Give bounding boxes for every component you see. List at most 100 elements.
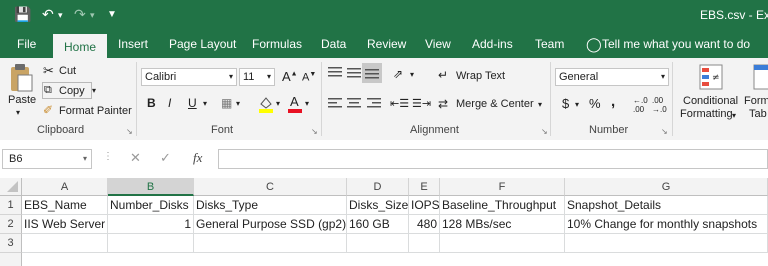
merge-center-button[interactable]: Merge & Center xyxy=(456,98,534,110)
borders-dropdown-icon[interactable]: ▾ xyxy=(236,99,240,108)
save-icon[interactable]: 💾 xyxy=(14,6,31,23)
cell-d3[interactable] xyxy=(347,234,409,253)
tab-team[interactable]: Team xyxy=(535,30,564,58)
fill-color-dropdown-icon[interactable]: ▾ xyxy=(276,99,280,108)
align-right-icon[interactable] xyxy=(366,97,382,114)
cell-g1[interactable]: Snapshot_Details xyxy=(565,196,768,215)
decrease-decimal-icon[interactable]: .00 →.0 xyxy=(652,96,667,114)
tab-review[interactable]: Review xyxy=(367,30,406,58)
conditional-formatting-icon[interactable]: ≠ xyxy=(698,63,724,91)
font-color-icon[interactable]: A xyxy=(287,94,303,114)
underline-dropdown-icon[interactable]: ▾ xyxy=(203,99,207,108)
font-name-dropdown[interactable]: Calibri ▾ xyxy=(141,68,237,86)
cell-d1[interactable]: Disks_Size xyxy=(347,196,409,215)
undo-icon[interactable]: ↶ xyxy=(42,6,54,23)
cell-a3[interactable] xyxy=(22,234,108,253)
column-header-g[interactable]: G xyxy=(565,178,768,196)
copy-button[interactable]: Copy xyxy=(59,85,85,97)
alignment-launcher-icon[interactable]: ↘ xyxy=(541,127,548,136)
font-size-dropdown[interactable]: 11 ▾ xyxy=(239,68,275,86)
comma-button[interactable]: , xyxy=(611,93,615,110)
tab-page-layout[interactable]: Page Layout xyxy=(169,30,236,58)
copy-dropdown-icon[interactable]: ▾ xyxy=(92,86,96,95)
increase-font-size-icon[interactable]: A▲ xyxy=(282,69,298,84)
tab-home[interactable]: Home xyxy=(53,34,108,58)
enter-icon[interactable]: ✓ xyxy=(160,150,171,166)
cell-e1[interactable]: IOPS xyxy=(409,196,440,215)
column-header-e[interactable]: E xyxy=(409,178,440,196)
decrease-font-size-icon[interactable]: A▼ xyxy=(302,71,316,84)
cell-c3[interactable] xyxy=(194,234,347,253)
cell-g2[interactable]: 10% Change for monthly snapshots xyxy=(565,215,768,234)
formula-input[interactable] xyxy=(218,149,768,169)
tab-view[interactable]: View xyxy=(425,30,451,58)
cut-icon[interactable]: ✂ xyxy=(43,63,54,79)
increase-decimal-icon[interactable]: ←.0.00 xyxy=(633,96,648,114)
cell-b2[interactable]: 1 xyxy=(108,215,194,234)
currency-button[interactable]: $ xyxy=(562,96,569,111)
cell-c2[interactable]: General Purpose SSD (gp2) xyxy=(194,215,347,234)
cell-a1[interactable]: EBS_Name xyxy=(22,196,108,215)
cancel-icon[interactable]: ✕ xyxy=(130,150,141,166)
insert-function-button[interactable]: fx xyxy=(193,150,202,166)
cell-d2[interactable]: 160 GB xyxy=(347,215,409,234)
underline-button[interactable]: U xyxy=(188,96,197,110)
format-painter-button[interactable]: Format Painter xyxy=(59,105,132,117)
paste-icon[interactable] xyxy=(8,63,34,93)
cell-e3[interactable] xyxy=(409,234,440,253)
column-header-c[interactable]: C xyxy=(194,178,347,196)
column-header-f[interactable]: F xyxy=(440,178,565,196)
bold-button[interactable]: B xyxy=(147,96,156,110)
middle-align-icon[interactable] xyxy=(346,66,362,83)
row-header-3[interactable]: 3 xyxy=(0,234,22,253)
borders-icon[interactable]: ▦ xyxy=(221,96,232,110)
format-as-table-icon[interactable] xyxy=(752,63,768,91)
undo-dropdown-icon[interactable]: ▾ xyxy=(58,10,63,21)
increase-indent-icon[interactable]: ☰⇥ xyxy=(412,97,431,110)
font-color-dropdown-icon[interactable]: ▾ xyxy=(305,99,309,108)
redo-icon[interactable]: ↷ xyxy=(74,6,86,23)
merge-dropdown-icon[interactable]: ▾ xyxy=(538,100,542,109)
cell-f3[interactable] xyxy=(440,234,565,253)
orientation-icon[interactable]: ⇗ xyxy=(393,67,403,81)
top-align-icon[interactable] xyxy=(327,66,343,83)
paste-button[interactable]: Paste xyxy=(8,94,36,106)
bottom-align-icon[interactable] xyxy=(362,63,382,83)
tab-add-ins[interactable]: Add-ins xyxy=(472,30,513,58)
wrap-text-button[interactable]: Wrap Text xyxy=(456,70,505,82)
currency-dropdown-icon[interactable]: ▾ xyxy=(575,100,579,109)
fill-color-icon[interactable] xyxy=(257,95,275,113)
italic-button[interactable]: I xyxy=(168,96,171,110)
tab-formulas[interactable]: Formulas xyxy=(252,30,302,58)
format-as-table-button[interactable]: Form xyxy=(744,95,768,107)
tab-data[interactable]: Data xyxy=(321,30,346,58)
tab-file[interactable]: File xyxy=(17,30,36,58)
clipboard-launcher-icon[interactable]: ↘ xyxy=(126,127,133,136)
tell-me-search[interactable]: Tell me what you want to do xyxy=(602,30,750,58)
align-left-icon[interactable] xyxy=(327,97,343,114)
conditional-formatting-button[interactable]: Conditional xyxy=(683,95,738,107)
percent-button[interactable]: % xyxy=(589,96,601,111)
column-header-d[interactable]: D xyxy=(347,178,409,196)
conditional-formatting-dropdown-icon[interactable]: ▾ xyxy=(732,111,736,120)
cell-e2[interactable]: 480 xyxy=(409,215,440,234)
column-header-a[interactable]: A xyxy=(22,178,108,196)
cell-b3[interactable] xyxy=(108,234,194,253)
splitter-dots-icon[interactable]: ⋮ xyxy=(103,151,113,162)
cell-f1[interactable]: Baseline_Throughput xyxy=(440,196,565,215)
number-format-dropdown[interactable]: General ▾ xyxy=(555,68,669,86)
cut-button[interactable]: Cut xyxy=(59,65,76,77)
orientation-dropdown-icon[interactable]: ▾ xyxy=(410,70,414,79)
cell-a2[interactable]: IIS Web Server xyxy=(22,215,108,234)
column-header-b[interactable]: B xyxy=(108,178,194,196)
tab-insert[interactable]: Insert xyxy=(118,30,148,58)
cell-f2[interactable]: 128 MBs/sec xyxy=(440,215,565,234)
cell-b1[interactable]: Number_Disks xyxy=(108,196,194,215)
row-header-4[interactable] xyxy=(0,253,22,266)
conditional-formatting-button-line2[interactable]: Formatting xyxy=(680,108,733,120)
font-launcher-icon[interactable]: ↘ xyxy=(311,127,318,136)
decrease-indent-icon[interactable]: ⇤☰ xyxy=(390,97,409,110)
align-center-icon[interactable] xyxy=(346,97,362,114)
cell-g3[interactable] xyxy=(565,234,768,253)
number-launcher-icon[interactable]: ↘ xyxy=(661,127,668,136)
